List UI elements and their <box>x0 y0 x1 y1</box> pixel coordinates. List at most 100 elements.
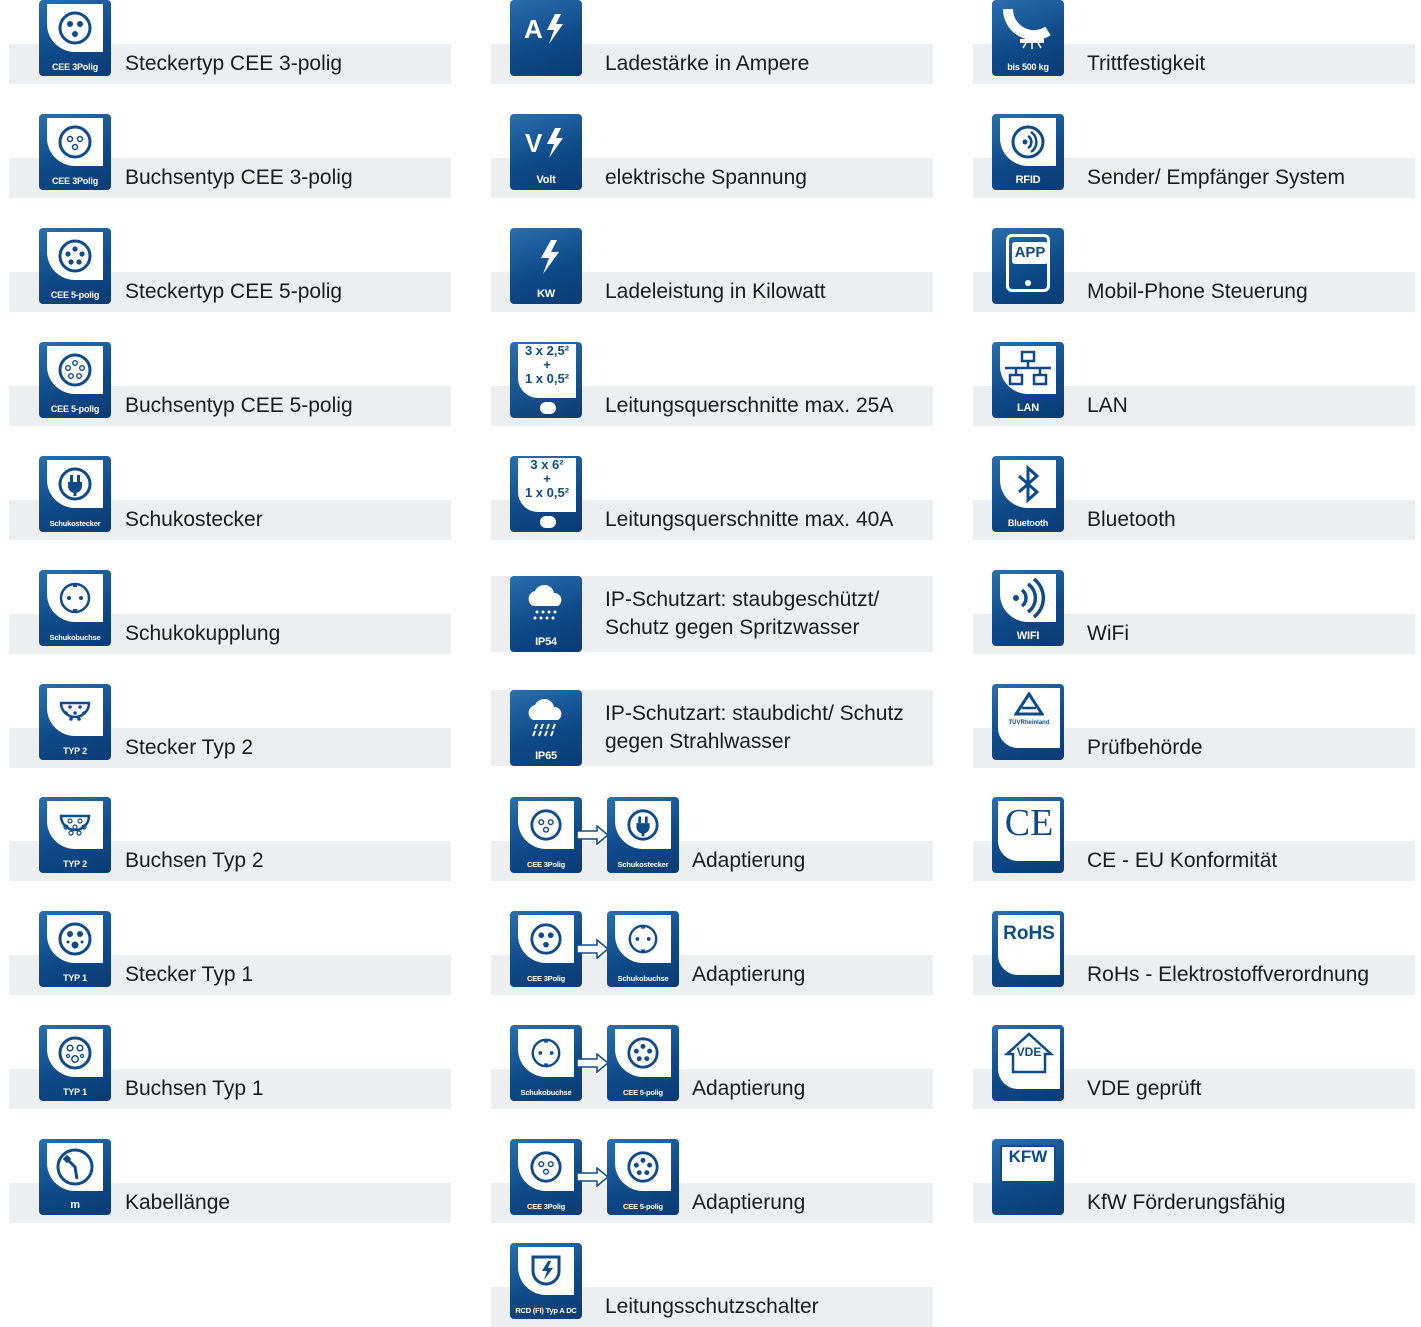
list-item: TYP 1 Stecker Typ 1 <box>9 911 451 995</box>
feature-label: Adaptierung <box>692 1077 806 1100</box>
schuko-socket-icon: Schukobuchse <box>510 1025 582 1101</box>
list-item: APP Mobil-Phone Steuerung <box>973 228 1415 312</box>
icon-caption: LAN <box>1016 402 1039 414</box>
list-item: Schukostecker Schukostecker <box>9 456 451 540</box>
list-item: Schukobuchse CEE 5-polig Adaptierung <box>491 1025 933 1109</box>
feature-label: Steckertyp CEE 3-polig <box>125 52 343 75</box>
tuv-logo-text: TÜVRheinland <box>1008 720 1050 726</box>
section-plus: + <box>543 471 551 486</box>
feature-label: IP-Schutzart: staubdicht/ Schutz gegen S… <box>605 702 904 753</box>
list-item: 3 x 2,5² + 1 x 0,5² Leitungsquerschnitte… <box>491 342 933 426</box>
icon-caption: Schukobuchse <box>49 633 101 642</box>
cable-icon: m <box>39 1139 111 1215</box>
icon-caption: CEE 5-polig <box>623 1202 663 1211</box>
list-item: CEE 3Polig Buchsentyp CEE 3-polig <box>9 114 451 198</box>
lightning-icon: KW <box>510 228 582 304</box>
list-item: CEE 3Polig Schukobuchse Adaptierung <box>491 911 933 995</box>
icon-caption: RFID <box>1015 174 1041 186</box>
list-item: IP65 IP-Schutzart: staubdicht/ Schutz ge… <box>491 690 933 774</box>
type2-plug-icon: TYP 2 <box>39 684 111 760</box>
list-item: IP54 IP-Schutzart: staubgeschützt/ Schut… <box>491 576 933 660</box>
list-item: A Ladestärke in Ampere <box>491 0 933 84</box>
app-phone-icon: APP <box>992 228 1064 304</box>
icon-caption: CEE 3Polig <box>51 62 98 72</box>
ampere-symbol: A <box>524 14 543 44</box>
feature-label: Mobil-Phone Steuerung <box>1087 280 1308 303</box>
icon-caption: bis 500 kg <box>1007 62 1049 72</box>
feature-label: Stecker Typ 1 <box>125 963 254 986</box>
kfw-icon: KFW <box>992 1139 1064 1215</box>
section-plus: + <box>543 357 551 372</box>
list-item: KW Ladeleistung in Kilowatt <box>491 228 933 312</box>
feature-label: Schukostecker <box>125 508 263 531</box>
list-item: m Kabellänge <box>9 1139 451 1223</box>
feature-label: Adaptierung <box>692 849 806 872</box>
list-item: LAN LAN <box>973 342 1415 426</box>
feature-label: Leitungsquerschnitte max. 40A <box>605 508 894 531</box>
list-item: RoHS RoHs - Elektrostoffverordnung <box>973 911 1415 995</box>
icon-caption: Schukostecker <box>49 519 101 528</box>
rohs-icon: RoHS <box>992 911 1064 987</box>
feature-label: LAN <box>1087 394 1128 417</box>
feature-label: RoHs - Elektrostoffverordnung <box>1087 963 1370 986</box>
icon-caption: TYP 2 <box>63 746 87 756</box>
feature-label: CE - EU Konformität <box>1087 849 1278 872</box>
heavy-rain-cloud-icon: IP65 <box>510 690 582 766</box>
cable-cross-section-icon: 3 x 2,5² + 1 x 0,5² <box>510 342 582 418</box>
icon-caption: CEE 3Polig <box>526 860 565 869</box>
feature-label: Buchsentyp CEE 3-polig <box>125 166 353 189</box>
arrow-right-icon <box>577 1167 609 1187</box>
feature-label: Adaptierung <box>692 963 806 986</box>
list-item: 3 x 6² + 1 x 0,5² Leitungsquerschnitte m… <box>491 456 933 540</box>
icon-caption: Schukostecker <box>617 860 669 869</box>
icon-caption: CEE 5-polig <box>50 290 100 300</box>
icon-caption: TYP 1 <box>63 973 87 983</box>
section-line2: 1 x 0,5² <box>524 371 570 386</box>
icon-caption: IP54 <box>535 636 557 648</box>
ce-logo-text: CE <box>1004 802 1054 844</box>
icon-caption: m <box>70 1199 80 1211</box>
bluetooth-icon: Bluetooth <box>992 456 1064 532</box>
list-item: TYP 2 Buchsen Typ 2 <box>9 797 451 881</box>
kfw-logo-text: KFW <box>1008 1147 1048 1166</box>
icon-caption: CEE 3Polig <box>51 176 98 186</box>
feature-label: Buchsen Typ 1 <box>125 1077 264 1100</box>
list-item: CEE 5-polig Steckertyp CEE 5-polig <box>9 228 451 312</box>
list-item: CEE 3Polig Schukostecker Adaptierung <box>491 797 933 881</box>
cee-3-plug-icon: CEE 3Polig <box>510 911 582 987</box>
feature-label: Stecker Typ 2 <box>125 736 254 759</box>
cable-cross-section-icon: 3 x 6² + 1 x 0,5² <box>510 456 582 532</box>
feature-label: elektrische Spannung <box>605 166 807 189</box>
feature-label: Trittfestigkeit <box>1087 52 1206 75</box>
icon-caption: Schukobuchse <box>520 1088 572 1097</box>
feature-label: Schukokupplung <box>125 622 281 645</box>
icon-caption: CEE 5-polig <box>50 404 100 414</box>
icon-caption: IP65 <box>535 750 557 762</box>
feature-label: Buchsen Typ 2 <box>125 849 264 872</box>
ampere-icon: A <box>510 0 582 76</box>
feature-label: Leitungsschutzschalter <box>605 1295 819 1318</box>
type1-plug-icon: TYP 1 <box>39 911 111 987</box>
lan-icon: LAN <box>992 342 1064 418</box>
rohs-logo-text: RoHS <box>1003 923 1055 944</box>
feature-label: IP-Schutzart: staubgeschützt/ Schutz geg… <box>605 588 880 639</box>
list-item: RCD (FI) Typ A DC Leitungsschutzschalter <box>491 1243 933 1327</box>
icon-caption: RCD (FI) Typ A DC <box>515 1306 577 1315</box>
icon-caption: TYP 1 <box>63 1087 87 1097</box>
feature-label: VDE geprüft <box>1087 1077 1202 1100</box>
cee-5-plug-icon: CEE 5-polig <box>607 1025 679 1101</box>
list-item: CE CE - EU Konformität <box>973 797 1415 881</box>
list-item: TYP 1 Buchsen Typ 1 <box>9 1025 451 1109</box>
section-line1: 3 x 6² <box>530 457 564 472</box>
volt-icon: V Volt <box>510 114 582 190</box>
list-item: bis 500 kg Trittfestigkeit <box>973 0 1415 84</box>
section-line1: 3 x 2,5² <box>524 343 570 358</box>
ce-icon: CE <box>992 797 1064 873</box>
feature-label: Leitungsquerschnitte max. 25A <box>605 394 894 417</box>
icon-caption: CEE 3Polig <box>526 974 565 983</box>
feature-label: Prüfbehörde <box>1087 736 1203 759</box>
shield-lightning-icon: RCD (FI) Typ A DC <box>510 1243 582 1319</box>
schuko-socket-icon: Schukobuchse <box>39 570 111 646</box>
cee-5-plug-icon: CEE 5-polig <box>607 1139 679 1215</box>
feature-label: Buchsentyp CEE 5-polig <box>125 394 353 417</box>
